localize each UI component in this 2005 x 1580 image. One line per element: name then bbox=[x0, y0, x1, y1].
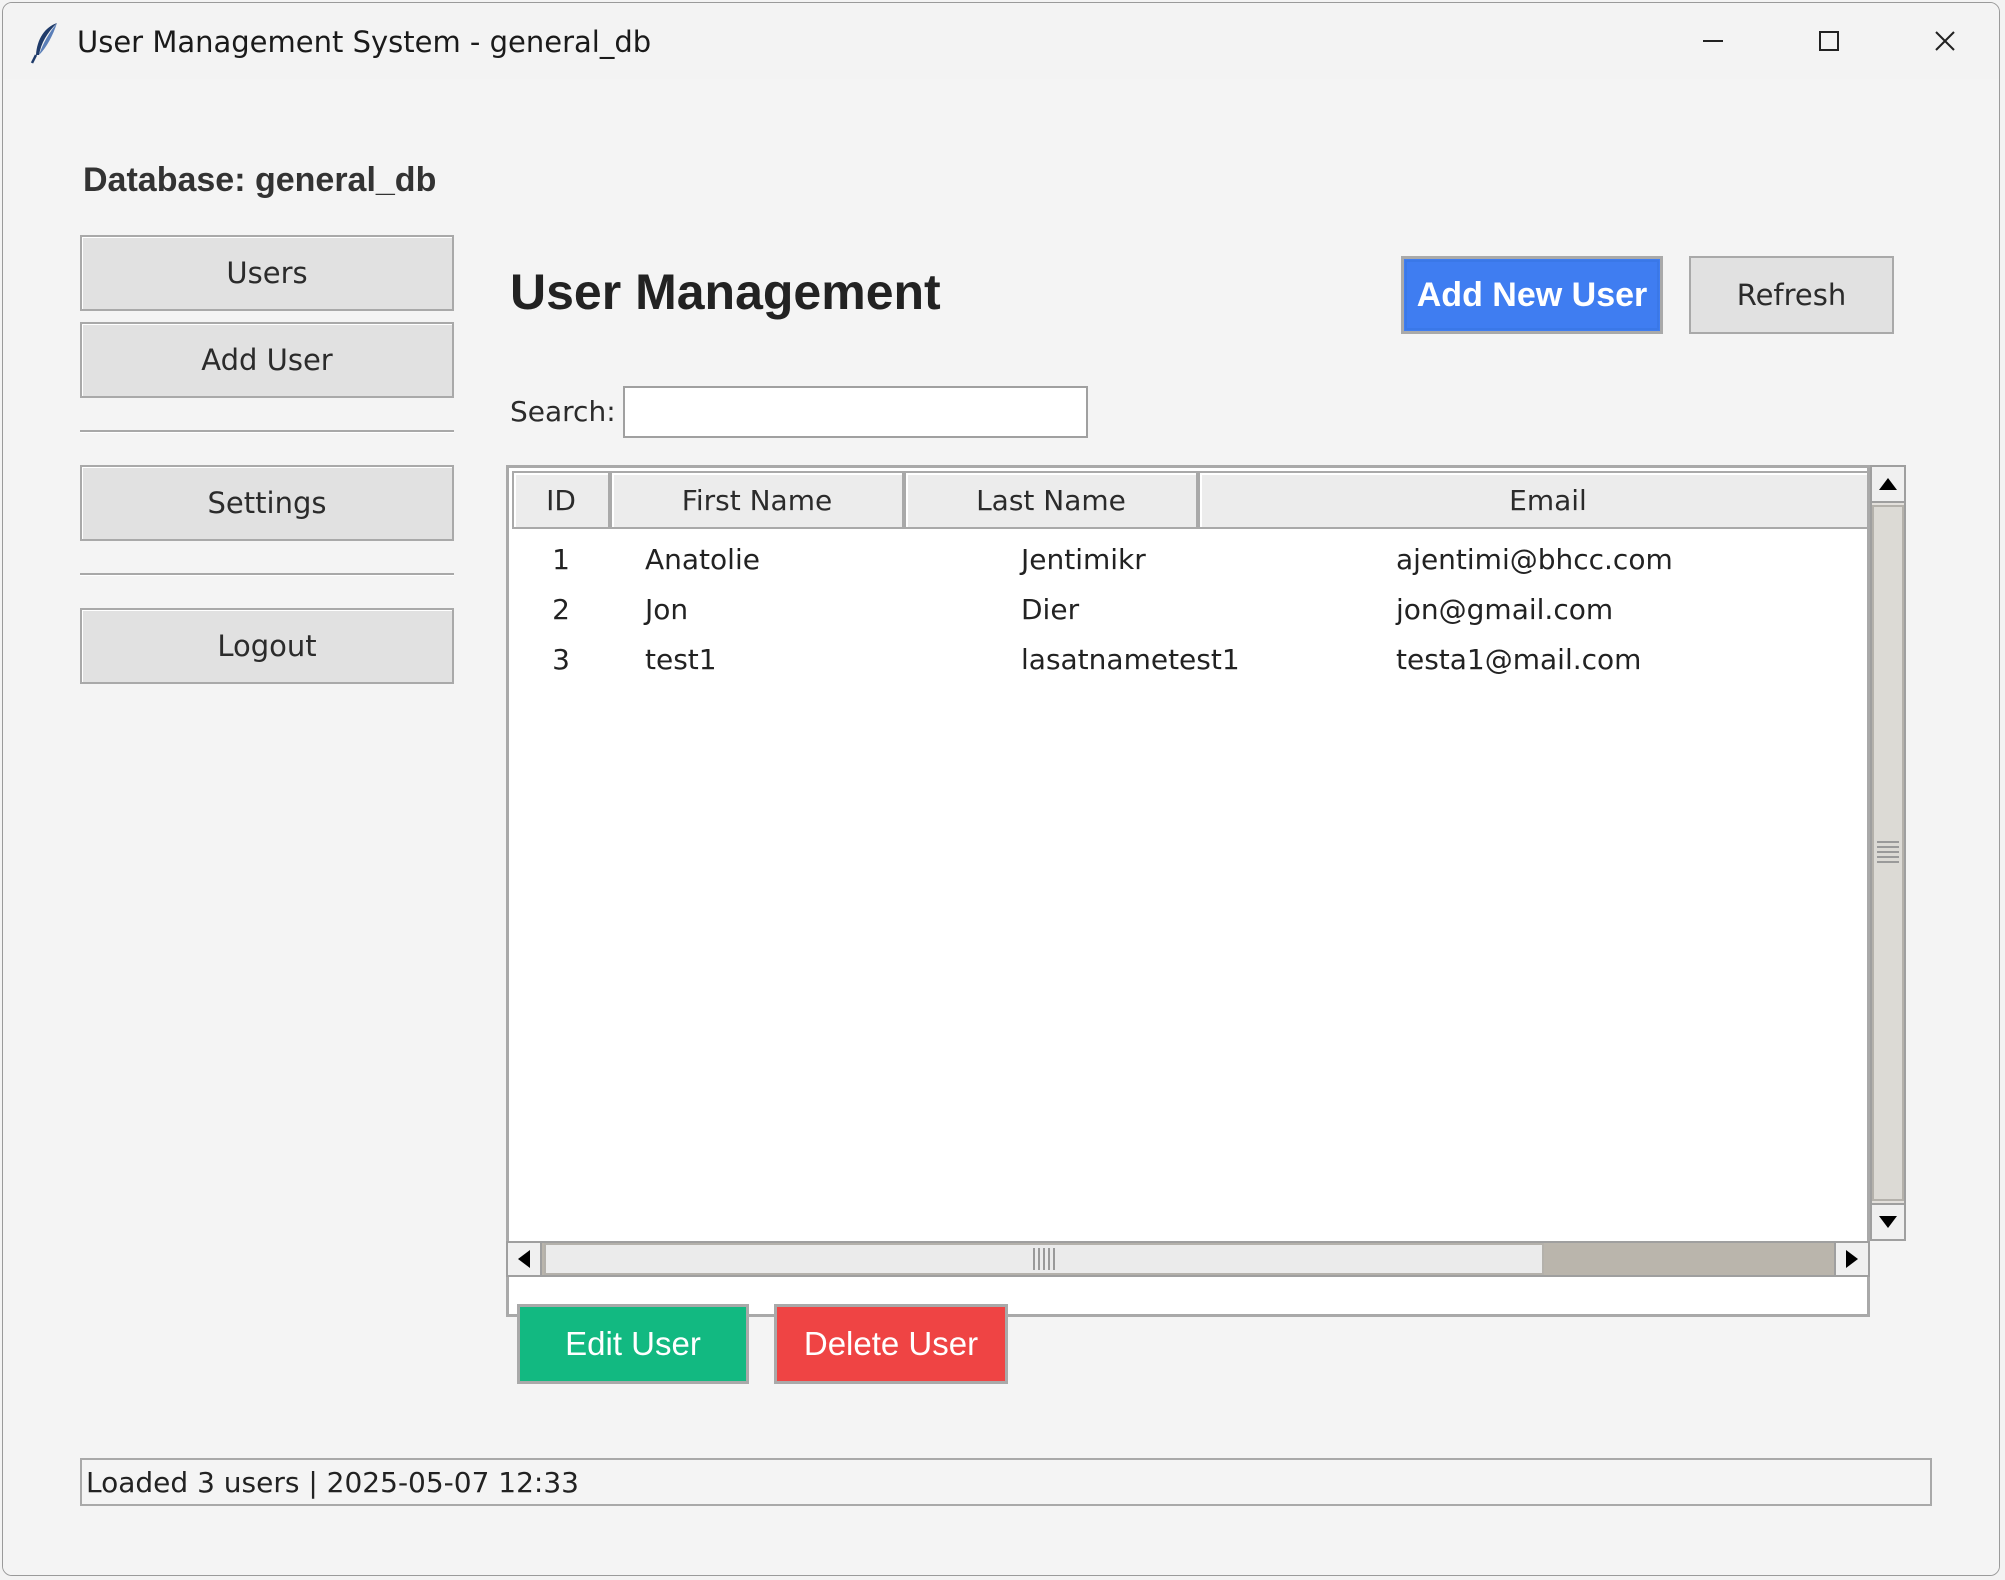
sidebar-item-settings[interactable]: Settings bbox=[80, 465, 454, 541]
minimize-button[interactable] bbox=[1655, 3, 1771, 79]
search-input[interactable] bbox=[623, 386, 1088, 438]
table-header: ID First Name Last Name Email bbox=[512, 471, 1867, 529]
column-header-last-name[interactable]: Last Name bbox=[904, 471, 1198, 529]
cell-id: 3 bbox=[552, 642, 570, 676]
edit-user-button[interactable]: Edit User bbox=[517, 1304, 749, 1384]
sidebar-item-add-user[interactable]: Add User bbox=[80, 322, 454, 398]
add-new-user-button[interactable]: Add New User bbox=[1401, 256, 1663, 334]
cell-email: ajentimi@bhcc.com bbox=[1396, 542, 1673, 576]
arrow-down-icon bbox=[1879, 1216, 1897, 1228]
column-header-email[interactable]: Email bbox=[1198, 471, 1867, 529]
cell-last-name: lasatnametest1 bbox=[1021, 642, 1240, 676]
cell-id: 1 bbox=[552, 542, 570, 576]
cell-last-name: Dier bbox=[1021, 592, 1080, 626]
arrow-left-icon bbox=[518, 1250, 530, 1268]
scroll-down-button[interactable] bbox=[1870, 1203, 1906, 1241]
status-bar: Loaded 3 users | 2025-05-07 12:33 bbox=[80, 1458, 1932, 1506]
users-table: ID First Name Last Name Email 1 Anatolie… bbox=[506, 465, 1870, 1317]
table-row[interactable]: 3 test1 lasatnametest1 testa1@mail.com bbox=[509, 634, 1867, 684]
cell-email: jon@gmail.com bbox=[1396, 592, 1614, 626]
column-header-first-name[interactable]: First Name bbox=[610, 471, 904, 529]
cell-email: testa1@mail.com bbox=[1396, 642, 1642, 676]
sidebar-separator bbox=[80, 573, 454, 576]
delete-user-button[interactable]: Delete User bbox=[774, 1304, 1008, 1384]
maximize-button[interactable] bbox=[1771, 3, 1887, 79]
cell-first-name: Jon bbox=[645, 592, 689, 626]
table-row[interactable]: 2 Jon Dier jon@gmail.com bbox=[509, 584, 1867, 634]
scroll-right-button[interactable] bbox=[1834, 1241, 1870, 1277]
sidebar-item-logout[interactable]: Logout bbox=[80, 608, 454, 684]
search-label: Search: bbox=[510, 395, 616, 428]
sidebar-item-users[interactable]: Users bbox=[80, 235, 454, 311]
page-title: User Management bbox=[510, 264, 941, 320]
arrow-right-icon bbox=[1846, 1250, 1858, 1268]
grip-icon bbox=[1033, 1248, 1055, 1270]
close-window-button[interactable] bbox=[1887, 3, 1999, 79]
database-label: Database: general_db bbox=[83, 161, 437, 199]
minimize-icon bbox=[1703, 40, 1723, 42]
feather-icon bbox=[27, 21, 67, 65]
cell-first-name: Anatolie bbox=[645, 542, 760, 576]
title-bar: User Management System - general_db bbox=[3, 3, 1999, 79]
sidebar-separator bbox=[80, 430, 454, 433]
cell-id: 2 bbox=[552, 592, 570, 626]
maximize-icon bbox=[1819, 31, 1839, 51]
close-icon bbox=[1935, 31, 1955, 51]
grip-icon bbox=[1877, 841, 1899, 863]
window-title: User Management System - general_db bbox=[77, 25, 652, 59]
scroll-up-button[interactable] bbox=[1870, 465, 1906, 503]
cell-first-name: test1 bbox=[645, 642, 717, 676]
scroll-left-button[interactable] bbox=[506, 1241, 542, 1277]
arrow-up-icon bbox=[1879, 478, 1897, 490]
column-header-id[interactable]: ID bbox=[512, 471, 610, 529]
table-row[interactable]: 1 Anatolie Jentimikr ajentimi@bhcc.com bbox=[509, 534, 1867, 584]
app-window: User Management System - general_db Data… bbox=[2, 2, 2000, 1576]
refresh-button[interactable]: Refresh bbox=[1689, 256, 1894, 334]
cell-last-name: Jentimikr bbox=[1021, 542, 1146, 576]
